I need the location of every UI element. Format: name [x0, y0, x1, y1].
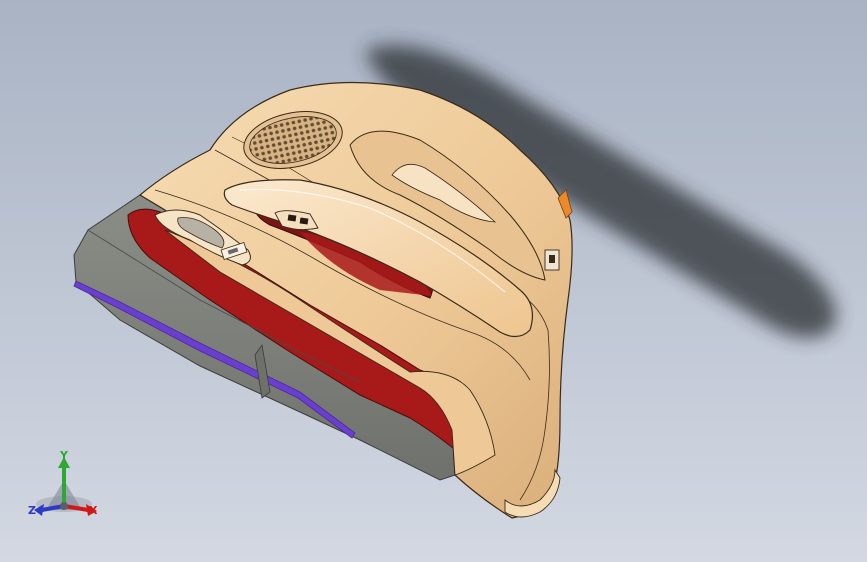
graphics-viewport[interactable]: Y X Z	[0, 0, 867, 562]
z-axis-label: Z	[28, 504, 36, 517]
x-axis-label: X	[89, 504, 98, 517]
door-trim-panel-model[interactable]	[0, 0, 867, 562]
rear-clip	[544, 249, 560, 271]
coordinate-triad: Y X Z	[22, 448, 108, 528]
y-axis-label: Y	[60, 449, 68, 462]
